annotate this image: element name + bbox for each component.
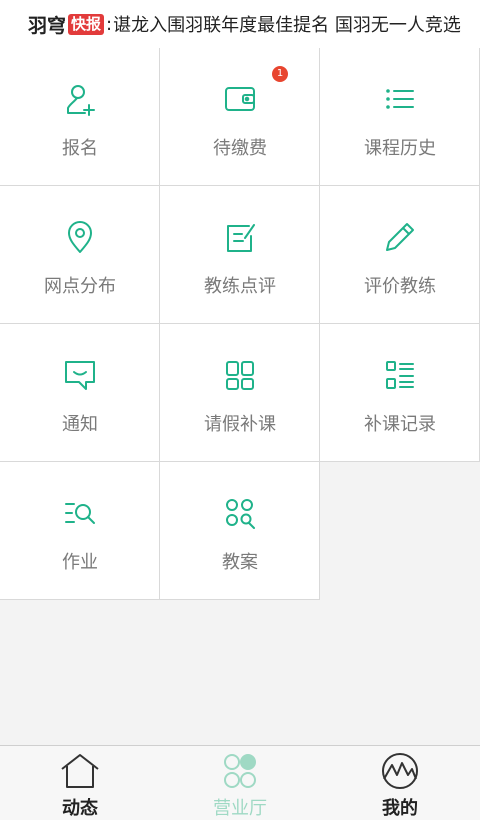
pencil-icon	[383, 220, 417, 254]
grid-item-makeup-records[interactable]: 补课记录	[320, 324, 480, 462]
grid-item-branch-locations[interactable]: 网点分布	[0, 186, 160, 324]
grid-item-label: 网点分布	[44, 276, 116, 297]
grid-item-label: 评价教练	[364, 276, 436, 297]
location-pin-icon	[63, 220, 97, 254]
news-headline[interactable]: 谌龙入围羽联年度最佳提名 国羽无一人竞选	[113, 11, 465, 37]
wallet-icon	[223, 82, 257, 116]
news-separator: :	[106, 13, 113, 35]
grid-item-homework[interactable]: 作业	[0, 462, 160, 600]
news-ticker[interactable]: 羽穹 快报 : 谌龙入围羽联年度最佳提名 国羽无一人竞选	[0, 0, 480, 48]
grid-item-label: 通知	[62, 414, 98, 435]
news-brand: 羽穹	[28, 14, 67, 37]
grid-item-rate-coach[interactable]: 评价教练	[320, 186, 480, 324]
unpaid-count-badge: 1	[272, 66, 288, 82]
news-tag-badge: 快报	[68, 13, 105, 35]
tab-label: 动态	[62, 798, 98, 819]
list-icon	[383, 82, 417, 116]
grid-item-label: 报名	[62, 138, 98, 159]
bottom-tab-bar: 动态 营业厅 我的	[0, 745, 480, 820]
tab-label: 营业厅	[213, 798, 267, 819]
grid-apps-icon	[223, 358, 257, 392]
grid-item-coach-review[interactable]: 教练点评	[160, 186, 320, 324]
grid-item-label: 待缴费	[213, 138, 267, 159]
grid-item-lesson-plans[interactable]: 教案	[160, 462, 320, 600]
grid-item-signup[interactable]: 报名	[0, 48, 160, 186]
grid-item-label: 请假补课	[204, 414, 276, 435]
grid-item-notifications[interactable]: 通知	[0, 324, 160, 462]
tab-feed[interactable]: 动态	[0, 746, 160, 820]
grid-item-label: 教练点评	[204, 276, 276, 297]
tab-label: 我的	[382, 798, 418, 819]
grid-item-label: 补课记录	[364, 414, 436, 435]
tab-service-hall[interactable]: 营业厅	[160, 746, 320, 820]
circles-icon	[218, 751, 262, 791]
grid-item-label: 作业	[62, 552, 98, 573]
circles-search-icon	[223, 496, 257, 530]
grid-item-label: 教案	[222, 552, 258, 573]
grid-item-label: 课程历史	[364, 138, 436, 159]
search-list-icon	[63, 496, 97, 530]
tab-profile[interactable]: 我的	[320, 746, 480, 820]
grid-item-leave-makeup[interactable]: 请假补课	[160, 324, 320, 462]
record-list-icon	[383, 358, 417, 392]
mountain-icon	[378, 751, 422, 791]
edit-note-icon	[223, 220, 257, 254]
chat-icon	[63, 358, 97, 392]
home-icon	[58, 751, 102, 791]
grid-item-course-history[interactable]: 课程历史	[320, 48, 480, 186]
person-add-icon	[63, 82, 97, 116]
grid-item-pending-payment[interactable]: 1 待缴费	[160, 48, 320, 186]
